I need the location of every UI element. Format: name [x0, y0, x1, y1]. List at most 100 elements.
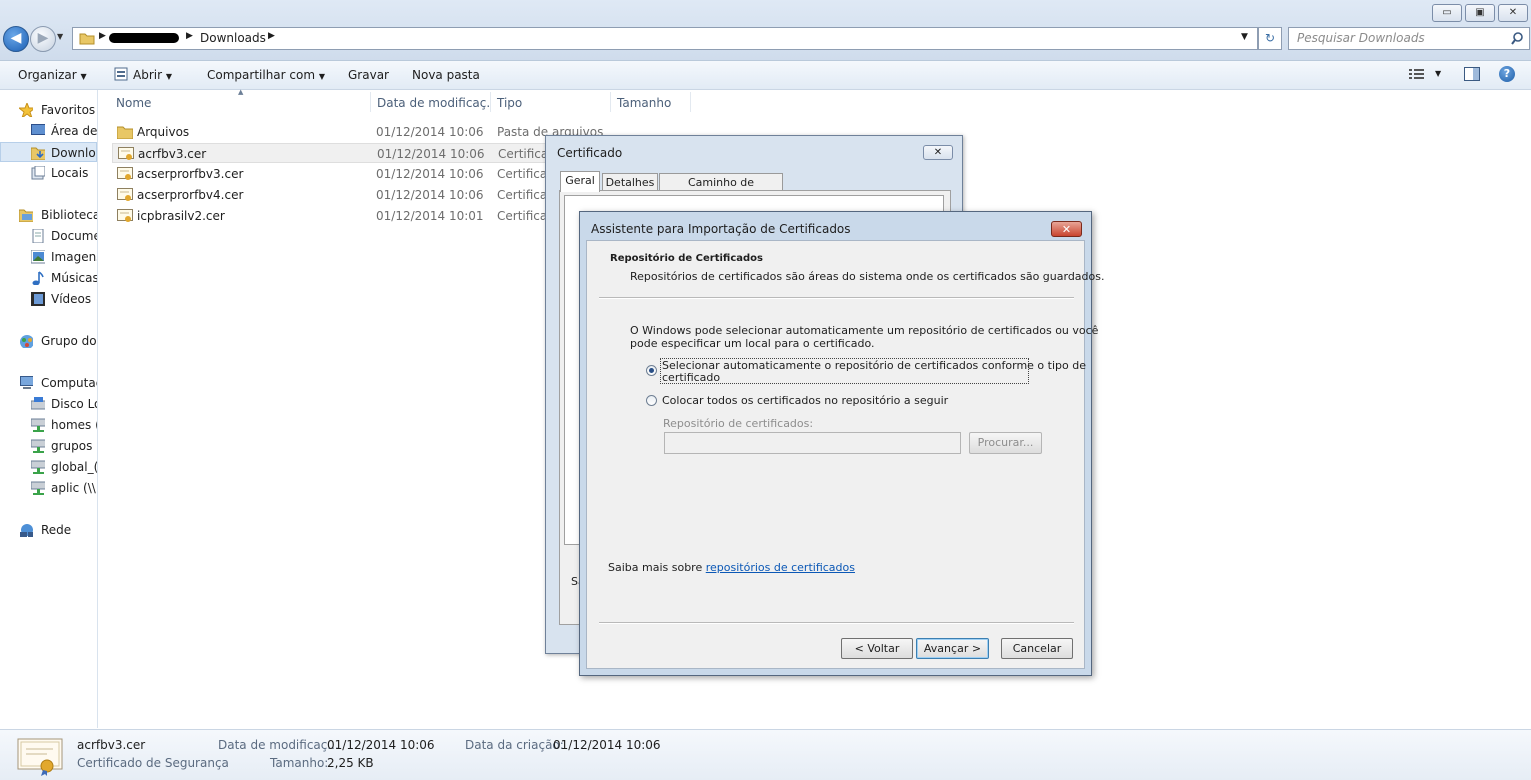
wizard-title: Assistente para Importação de Certificad…: [591, 222, 851, 236]
recent-pages-dropdown[interactable]: ▼: [57, 32, 63, 41]
nav-global[interactable]: global_(: [0, 457, 97, 477]
column-header-nome[interactable]: Nome: [116, 96, 151, 110]
recent-places-icon: [31, 166, 45, 180]
help-icon[interactable]: ?: [1499, 66, 1515, 82]
column-divider[interactable]: [610, 92, 611, 112]
nav-documentos[interactable]: Documentos: [0, 226, 97, 246]
nav-grupo-domestico[interactable]: Grupo doméstico: [0, 331, 97, 351]
learn-more-link[interactable]: repositórios de certificados: [706, 561, 855, 574]
column-header-tamanho[interactable]: Tamanho: [617, 96, 671, 110]
nav-computador[interactable]: Computador: [0, 373, 97, 393]
tab-geral[interactable]: Geral: [560, 171, 600, 192]
file-row-acrfbv3[interactable]: acrfbv3.cer 01/12/2014 10:06 Certificado: [112, 143, 563, 163]
column-divider[interactable]: [370, 92, 371, 112]
back-button[interactable]: < Voltar: [841, 638, 913, 659]
option-manual-store[interactable]: Colocar todos os certificados no reposit…: [645, 393, 949, 409]
nav-homes[interactable]: homes (\: [0, 415, 97, 435]
nav-grupos[interactable]: grupos (: [0, 436, 97, 456]
option-auto-label-line1: Selecionar automaticamente o repositório…: [662, 359, 1086, 372]
import-wizard-dialog: Assistente para Importação de Certificad…: [579, 211, 1104, 676]
preview-pane-icon[interactable]: [1464, 67, 1480, 81]
wizard-close-button[interactable]: ✕: [1051, 221, 1082, 237]
wizard-subheading: Repositórios de certificados são áreas d…: [630, 270, 1105, 283]
divider: [599, 622, 1074, 624]
nav-area-de-trabalho[interactable]: Área de Trabalho: [0, 121, 97, 141]
maximize-button[interactable]: ▣: [1465, 4, 1495, 22]
refresh-button[interactable]: ↻: [1258, 27, 1282, 50]
learn-more-text: Saiba mais sobre repositórios de certifi…: [608, 561, 855, 574]
file-name: icpbrasilv2.cer: [137, 209, 225, 223]
breadcrumb-separator-icon: ▶: [186, 31, 193, 41]
search-icon[interactable]: [1511, 32, 1524, 45]
nav-favoritos[interactable]: Favoritos: [0, 100, 97, 120]
wizard-heading: Repositório de Certificados: [610, 253, 764, 264]
column-header-data[interactable]: Data de modificaç...: [377, 96, 489, 110]
file-row-icpbrasilv2[interactable]: icpbrasilv2.cer 01/12/2014 10:01 Certifi…: [112, 206, 562, 226]
radio-auto-select[interactable]: [646, 365, 657, 376]
network-drive-icon: [31, 439, 45, 453]
browse-button[interactable]: Procurar...: [969, 432, 1042, 454]
nav-imagens[interactable]: Imagens: [0, 247, 97, 267]
view-options-icon[interactable]: [1409, 68, 1425, 80]
breadcrumb-downloads[interactable]: Downloads: [200, 31, 266, 45]
certificate-icon: [117, 167, 133, 180]
close-window-button[interactable]: ✕: [1498, 4, 1528, 22]
details-pane: acrfbv3.cer Certificado de Segurança Dat…: [0, 729, 1531, 780]
store-input[interactable]: [664, 432, 961, 454]
certificate-icon: [118, 147, 134, 160]
gravar-button[interactable]: Gravar: [348, 68, 389, 82]
learn-more-prefix: Saiba mais sobre: [608, 561, 706, 574]
certificate-large-icon: [17, 738, 63, 776]
nav-aplic[interactable]: aplic (\\1: [0, 478, 97, 498]
organizar-menu[interactable]: Organizar ▼: [18, 68, 87, 82]
file-row-acserprorfbv4[interactable]: acserprorfbv4.cer 01/12/2014 10:06 Certi…: [112, 185, 562, 205]
breadcrumb-redacted[interactable]: [109, 33, 179, 43]
details-created-value: 01/12/2014 10:06: [553, 738, 661, 752]
abrir-menu[interactable]: Abrir ▼: [133, 68, 172, 82]
file-row-arquivos[interactable]: Arquivos 01/12/2014 10:06 Pasta de arqui…: [112, 122, 603, 142]
file-date: 01/12/2014 10:06: [376, 167, 484, 181]
store-label: Repositório de certificados:: [663, 417, 814, 430]
nova-pasta-button[interactable]: Nova pasta: [412, 68, 480, 82]
back-button[interactable]: ◀: [3, 26, 29, 52]
next-button[interactable]: Avançar >: [916, 638, 989, 659]
chevron-down-icon: ▼: [318, 72, 326, 81]
certificate-close-button[interactable]: ✕: [923, 145, 953, 160]
search-input[interactable]: Pesquisar Downloads: [1288, 27, 1530, 50]
radio-manual-store[interactable]: [646, 395, 657, 406]
nav-rede[interactable]: Rede: [0, 520, 97, 540]
breadcrumb-separator-icon: ▶: [99, 31, 106, 41]
wizard-body: Repositório de Certificados Repositórios…: [586, 240, 1104, 669]
forward-button[interactable]: ▶: [30, 26, 56, 52]
address-dropdown-icon[interactable]: ▼: [1241, 32, 1248, 42]
divider: [599, 297, 1074, 299]
details-filetype: Certificado de Segurança: [77, 756, 229, 770]
nav-musicas[interactable]: Músicas: [0, 268, 97, 288]
address-bar[interactable]: ▶ ▶ Downloads ▶ ▼: [72, 27, 1258, 50]
view-dropdown-icon[interactable]: ▼: [1435, 69, 1441, 78]
column-divider[interactable]: [490, 92, 491, 112]
file-date: 01/12/2014 10:06: [376, 125, 484, 139]
libraries-icon: [19, 209, 33, 222]
option-auto-select[interactable]: Selecionar automaticamente o repositório…: [645, 358, 1086, 385]
nav-downloads[interactable]: Downloads: [0, 142, 97, 162]
file-row-acserprorfbv3[interactable]: acserprorfbv3.cer 01/12/2014 10:06 Certi…: [112, 164, 562, 184]
minimize-button[interactable]: ▭: [1432, 4, 1462, 22]
cancel-button[interactable]: Cancelar: [1001, 638, 1073, 659]
navigation-pane: Favoritos Área de Trabalho Downloads Loc…: [0, 90, 98, 728]
column-header-tipo[interactable]: Tipo: [497, 96, 522, 110]
nav-videos[interactable]: Vídeos: [0, 289, 97, 309]
nav-disco-local[interactable]: Disco Local: [0, 394, 97, 414]
chevron-down-icon: ▼: [80, 72, 87, 81]
nav-bibliotecas[interactable]: Bibliotecas: [0, 205, 97, 225]
music-icon: [32, 271, 44, 285]
option-manual-label: Colocar todos os certificados no reposit…: [662, 394, 949, 407]
refresh-icon: ↻: [1264, 31, 1276, 45]
compartilhar-menu[interactable]: Compartilhar com ▼: [207, 68, 325, 82]
search-placeholder: Pesquisar Downloads: [1297, 31, 1425, 45]
radio-selected-dot-icon: [649, 368, 654, 373]
nav-locais[interactable]: Locais: [0, 163, 97, 183]
details-size-label: Tamanho:: [270, 756, 329, 770]
column-divider[interactable]: [690, 92, 691, 112]
sort-indicator-icon: ▲: [238, 88, 244, 96]
